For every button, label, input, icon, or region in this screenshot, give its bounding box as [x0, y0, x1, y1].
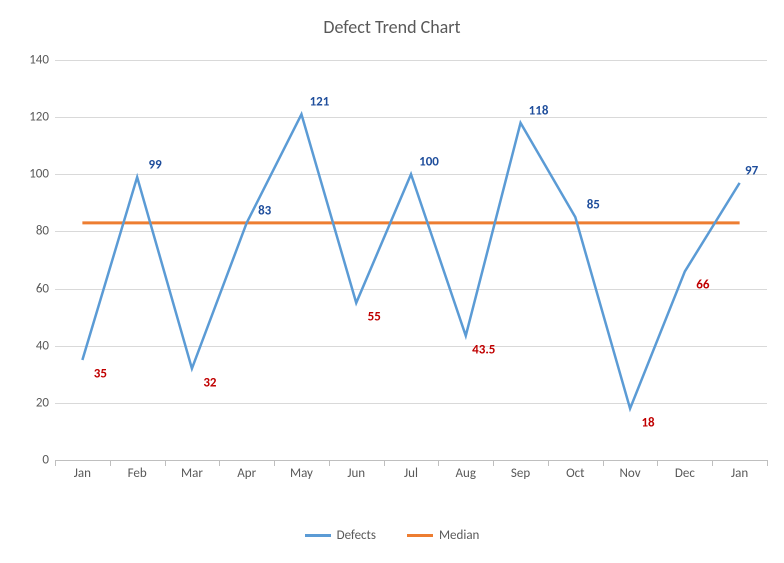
x-tick-mark: [55, 460, 56, 466]
chart-title: Defect Trend Chart: [0, 0, 784, 38]
x-tick-label: Jan: [720, 466, 760, 481]
legend-label-median: Median: [439, 528, 479, 543]
x-tick-mark: [165, 460, 166, 466]
y-tick-label: 140: [9, 53, 49, 68]
data-label: 85: [587, 198, 600, 213]
legend: Defects Median: [0, 526, 784, 543]
data-label: 66: [696, 278, 709, 293]
data-label: 43.5: [472, 342, 495, 357]
y-tick-label: 40: [9, 338, 49, 353]
data-label: 99: [149, 158, 162, 173]
x-tick-label: Apr: [227, 466, 267, 481]
x-tick-label: Jul: [391, 466, 431, 481]
y-tick-label: 80: [9, 224, 49, 239]
x-tick-label: Sep: [501, 466, 541, 481]
y-tick-label: 0: [9, 453, 49, 468]
legend-label-defects: Defects: [337, 528, 376, 543]
x-tick-mark: [657, 460, 658, 466]
x-tick-label: Feb: [117, 466, 157, 481]
data-label: 83: [258, 203, 271, 218]
x-tick-label: May: [281, 466, 321, 481]
data-label: 100: [419, 155, 439, 170]
y-tick-label: 100: [9, 167, 49, 182]
x-tick-mark: [603, 460, 604, 466]
data-label: 32: [203, 375, 216, 390]
x-tick-mark: [110, 460, 111, 466]
data-label: 18: [641, 415, 654, 430]
x-tick-mark: [712, 460, 713, 466]
x-tick-label: Dec: [665, 466, 705, 481]
x-tick-mark: [493, 460, 494, 466]
legend-swatch-median: [407, 534, 433, 537]
data-label: 55: [368, 309, 381, 324]
data-label: 35: [94, 367, 107, 382]
data-label: 121: [310, 95, 330, 110]
x-tick-mark: [767, 460, 768, 466]
legend-swatch-defects: [305, 534, 331, 537]
chart-lines-svg: [55, 60, 767, 460]
x-tick-mark: [438, 460, 439, 466]
x-tick-label: Nov: [610, 466, 650, 481]
x-tick-mark: [329, 460, 330, 466]
y-tick-label: 20: [9, 395, 49, 410]
x-tick-label: Jun: [336, 466, 376, 481]
data-label: 97: [745, 163, 758, 178]
y-tick-label: 60: [9, 281, 49, 296]
x-tick-mark: [384, 460, 385, 466]
x-tick-mark: [548, 460, 549, 466]
x-tick-mark: [219, 460, 220, 466]
x-tick-label: Mar: [172, 466, 212, 481]
x-tick-label: Jan: [62, 466, 102, 481]
data-label: 118: [529, 103, 549, 118]
y-tick-label: 120: [9, 110, 49, 125]
legend-item-median: Median: [407, 528, 479, 543]
x-tick-label: Oct: [555, 466, 595, 481]
x-tick-mark: [274, 460, 275, 466]
legend-item-defects: Defects: [305, 528, 376, 543]
defect-trend-chart: Defect Trend Chart Defects Median 0 20 40 6…: [0, 0, 784, 563]
x-tick-label: Aug: [446, 466, 486, 481]
